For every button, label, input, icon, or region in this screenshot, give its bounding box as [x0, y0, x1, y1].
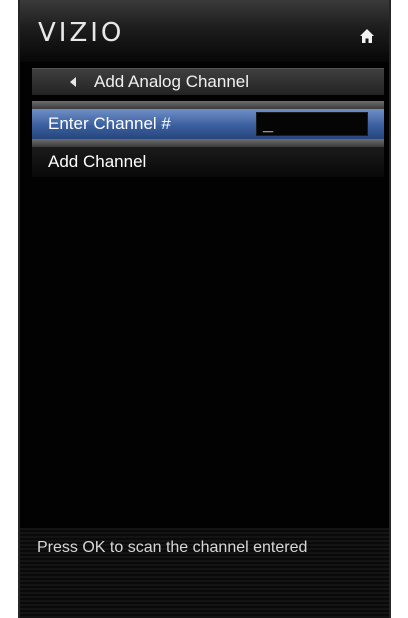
- add-channel-label: Add Channel: [48, 152, 147, 171]
- menu-title: Add Analog Channel: [94, 72, 250, 91]
- channel-input-cursor: _: [263, 114, 274, 134]
- top-bar: VIZIO: [20, 0, 389, 62]
- menu-divider-middle: [32, 139, 384, 147]
- tv-menu-panel: VIZIO Add Analog Channel Enter Channel #…: [18, 0, 391, 618]
- menu-divider-top: [32, 101, 384, 109]
- help-area: Press OK to scan the channel entered: [20, 528, 389, 618]
- help-text: Press OK to scan the channel entered: [37, 539, 308, 556]
- menu-title-bar: Add Analog Channel: [32, 68, 384, 95]
- add-channel-row[interactable]: Add Channel: [32, 147, 384, 177]
- vizio-logo: VIZIO: [38, 18, 125, 48]
- home-icon[interactable]: [359, 28, 375, 44]
- channel-number-field[interactable]: _: [256, 112, 368, 136]
- back-arrow-icon[interactable]: [70, 77, 76, 87]
- enter-channel-row[interactable]: Enter Channel # _: [32, 109, 384, 139]
- enter-channel-label: Enter Channel #: [48, 114, 171, 133]
